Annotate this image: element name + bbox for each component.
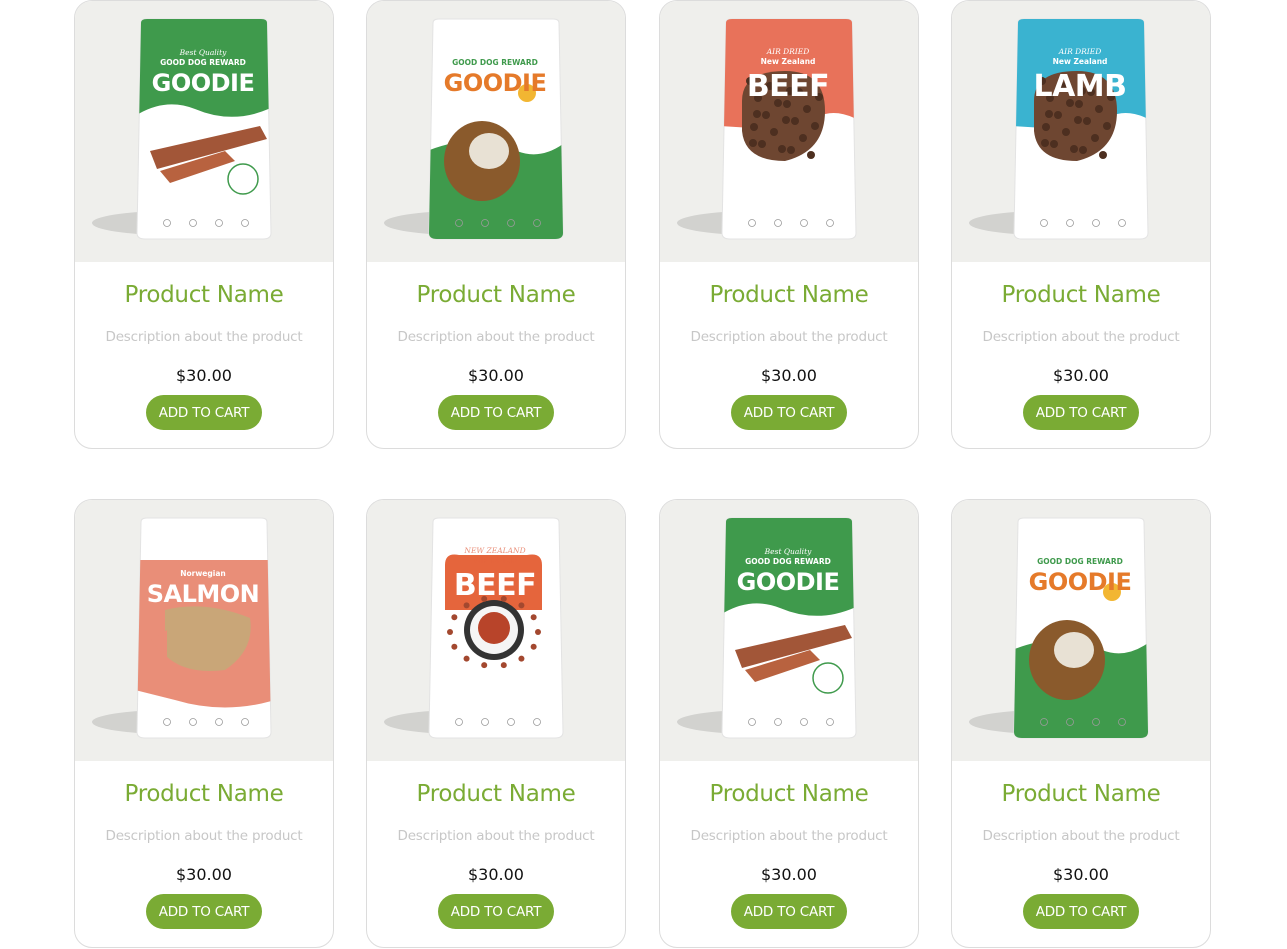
pouch-title: LAMB <box>1033 69 1126 104</box>
product-pouch-illustration: BEEF AIR DRIEDNEW ZEALAND <box>384 517 564 739</box>
product-description: Description about the product <box>690 828 888 844</box>
product-description: Description about the product <box>982 329 1180 345</box>
product-info: Product Name Description about the produc… <box>952 761 1210 947</box>
product-name[interactable]: Product Name <box>660 282 918 308</box>
product-pouch-illustration: BEEF New ZealandAIR DRIED <box>677 18 857 240</box>
product-card: GOODIE GOOD DOG REWARD Product Name Descrip… <box>366 0 626 449</box>
product-pouch: SALMON NorwegianAIR DRIED <box>136 517 272 739</box>
pouch-tagline: AIR DRIED <box>1058 47 1102 56</box>
add-to-cart-button[interactable]: ADD TO CART <box>438 894 554 929</box>
add-to-cart-button[interactable]: ADD TO CART <box>146 894 262 929</box>
pouch-subtitle: GOOD DOG REWARD <box>745 557 831 566</box>
product-card: LAMB New Zealand AIR DRIED Product Name Desc… <box>951 0 1211 449</box>
product-pouch: GOODIE GOOD DOG REWARD <box>1013 517 1149 739</box>
product-info: Product Name Description about the produc… <box>75 262 333 448</box>
pouch-title: GOODIE <box>1029 568 1132 596</box>
product-price: $30.00 <box>176 865 232 884</box>
pouch-subtitle: GOOD DOG REWARD <box>452 58 538 67</box>
product-name[interactable]: Product Name <box>952 781 1210 807</box>
product-description: Description about the product <box>982 828 1180 844</box>
product-image[interactable]: GOODIE GOOD DOG REWARD <box>952 500 1210 761</box>
product-name[interactable]: Product Name <box>367 282 625 308</box>
product-pouch-illustration: GOODIE GOOD DOG REWARDBest Quality <box>92 18 272 240</box>
product-price: $30.00 <box>468 366 524 385</box>
pouch-tagline: AIR DRIED <box>766 47 810 56</box>
product-name[interactable]: Product Name <box>367 781 625 807</box>
product-price: $30.00 <box>1053 865 1109 884</box>
product-image[interactable]: BEEF New Zealand AIR DRIED <box>660 1 918 262</box>
pouch-tagline: Best Quality <box>764 547 812 556</box>
product-pouch-illustration: GOODIE GOOD DOG REWARD <box>969 517 1149 739</box>
product-pouch: GOODIE GOOD DOG REWARD <box>428 18 564 240</box>
product-pouch-illustration: SALMON NorwegianAIR DRIED <box>92 517 272 739</box>
product-price: $30.00 <box>761 865 817 884</box>
product-pouch: BEEF AIR DRIEDNEW ZEALAND <box>428 517 564 739</box>
add-to-cart-button[interactable]: ADD TO CART <box>1023 894 1139 929</box>
product-price: $30.00 <box>176 366 232 385</box>
product-pouch: GOODIE GOOD DOG REWARDBest Quality <box>721 517 857 739</box>
product-pouch-illustration: GOODIE GOOD DOG REWARD <box>384 18 564 240</box>
add-to-cart-button[interactable]: ADD TO CART <box>731 395 847 430</box>
pouch-title: GOODIE <box>444 69 547 97</box>
product-description: Description about the product <box>105 329 303 345</box>
pouch-subtitle: Norwegian <box>180 569 225 578</box>
product-name[interactable]: Product Name <box>952 282 1210 308</box>
product-image[interactable]: BEEF AIR DRIED NEW ZEALAND <box>367 500 625 761</box>
product-info: Product Name Description about the produc… <box>367 262 625 448</box>
product-name[interactable]: Product Name <box>660 781 918 807</box>
product-name[interactable]: Product Name <box>75 781 333 807</box>
pouch-tagline: NEW ZEALAND <box>463 546 525 555</box>
add-to-cart-button[interactable]: ADD TO CART <box>146 395 262 430</box>
product-image[interactable]: LAMB New Zealand AIR DRIED <box>952 1 1210 262</box>
product-description: Description about the product <box>690 329 888 345</box>
pouch-tagline: AIR DRIED <box>181 559 225 568</box>
product-price: $30.00 <box>1053 366 1109 385</box>
product-image[interactable]: GOODIE GOOD DOG REWARD Best Quality <box>75 1 333 262</box>
pouch-title: SALMON <box>147 580 260 608</box>
pouch-tagline: Best Quality <box>179 48 227 57</box>
product-card: GOODIE GOOD DOG REWARD Best Quality Product… <box>74 0 334 449</box>
product-image[interactable]: GOODIE GOOD DOG REWARD Best Quality <box>660 500 918 761</box>
product-image[interactable]: GOODIE GOOD DOG REWARD <box>367 1 625 262</box>
product-description: Description about the product <box>397 828 595 844</box>
pouch-title: BEEF <box>747 69 829 104</box>
product-info: Product Name Description about the produc… <box>367 761 625 947</box>
pouch-title: GOODIE <box>737 568 840 596</box>
product-description: Description about the product <box>397 329 595 345</box>
pouch-subtitle: AIR DRIED <box>473 556 516 565</box>
product-pouch-illustration: LAMB New ZealandAIR DRIED <box>969 18 1149 240</box>
product-card: SALMON Norwegian AIR DRIED Product Name Desc… <box>74 499 334 948</box>
pouch-title: BEEF <box>454 568 536 603</box>
pouch-subtitle: GOOD DOG REWARD <box>1037 557 1123 566</box>
pouch-subtitle: New Zealand <box>1053 57 1108 66</box>
product-info: Product Name Description about the produc… <box>952 262 1210 448</box>
product-pouch: GOODIE GOOD DOG REWARDBest Quality <box>136 18 272 240</box>
add-to-cart-button[interactable]: ADD TO CART <box>1023 395 1139 430</box>
pouch-subtitle: GOOD DOG REWARD <box>160 58 246 67</box>
pouch-subtitle: New Zealand <box>761 57 816 66</box>
pouch-title: GOODIE <box>152 69 255 97</box>
product-pouch: LAMB New ZealandAIR DRIED <box>1013 18 1149 240</box>
product-card: BEEF AIR DRIED NEW ZEALAND Product Name Desc… <box>366 499 626 948</box>
product-info: Product Name Description about the produc… <box>660 262 918 448</box>
product-pouch: BEEF New ZealandAIR DRIED <box>721 18 857 240</box>
add-to-cart-button[interactable]: ADD TO CART <box>438 395 554 430</box>
product-image[interactable]: SALMON Norwegian AIR DRIED <box>75 500 333 761</box>
product-description: Description about the product <box>105 828 303 844</box>
add-to-cart-button[interactable]: ADD TO CART <box>731 894 847 929</box>
product-info: Product Name Description about the produc… <box>75 761 333 947</box>
product-card: BEEF New Zealand AIR DRIED Product Name Desc… <box>659 0 919 449</box>
product-card: GOODIE GOOD DOG REWARD Best Quality Product… <box>659 499 919 948</box>
product-price: $30.00 <box>468 865 524 884</box>
product-name[interactable]: Product Name <box>75 282 333 308</box>
product-price: $30.00 <box>761 366 817 385</box>
product-pouch-illustration: GOODIE GOOD DOG REWARDBest Quality <box>677 517 857 739</box>
product-info: Product Name Description about the produc… <box>660 761 918 947</box>
product-card: GOODIE GOOD DOG REWARD Product Name Descrip… <box>951 499 1211 948</box>
